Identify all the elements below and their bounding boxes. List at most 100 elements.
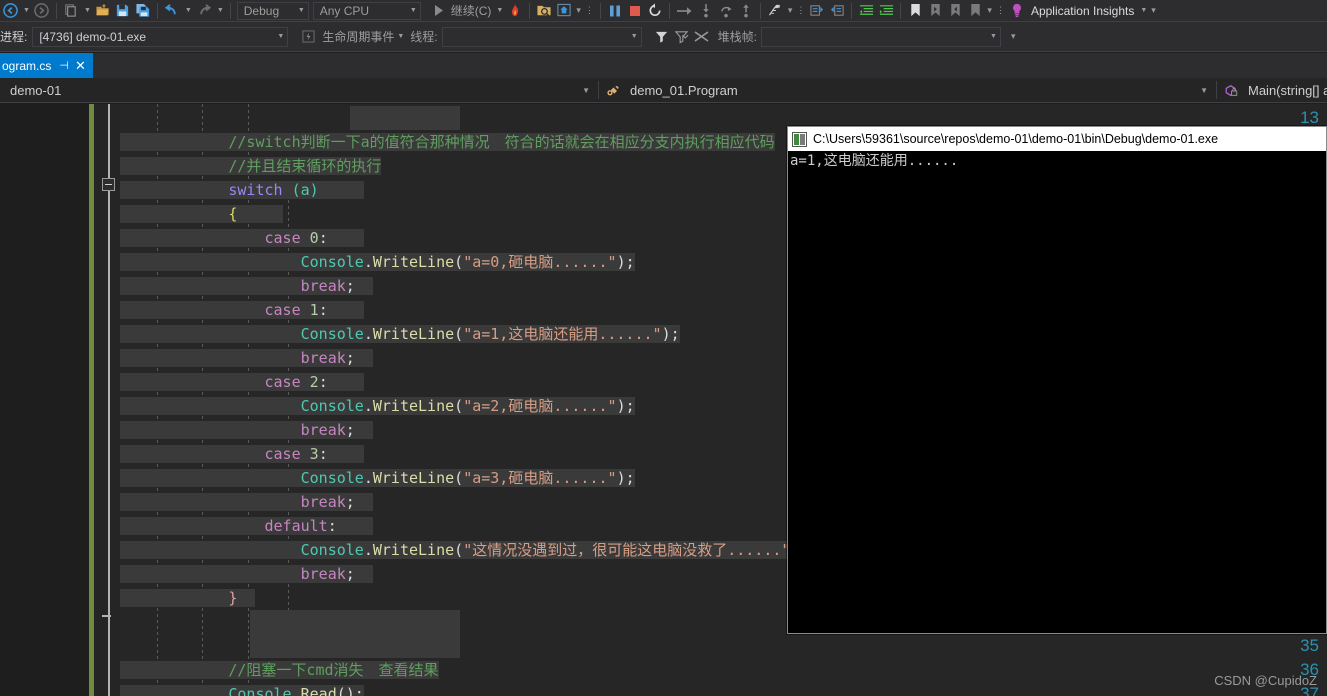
step-out-icon[interactable] xyxy=(736,1,756,21)
comment-selection-icon[interactable] xyxy=(807,1,827,21)
filter-funnel-icon[interactable] xyxy=(652,27,672,47)
undo-dropdown[interactable]: ▼ xyxy=(183,7,194,14)
code-line[interactable]: Console.WriteLine("a=3,砸电脑......"); xyxy=(120,466,635,490)
navbar-type-combo[interactable]: demo_01.Program ▼ xyxy=(599,78,1216,103)
home-icon[interactable] xyxy=(554,1,574,21)
save-all-icon[interactable] xyxy=(133,1,153,21)
outlining-margin[interactable] xyxy=(94,104,120,696)
code-line[interactable]: case 1: xyxy=(120,298,364,322)
find-in-files-icon[interactable] xyxy=(534,1,554,21)
process-combo[interactable]: [4736] demo-01.exe ▼ xyxy=(32,26,289,47)
lifecycle-events-dropdown[interactable]: ▼ xyxy=(395,33,406,40)
code-line[interactable]: default: xyxy=(120,514,373,538)
new-project-icon[interactable] xyxy=(61,1,81,21)
code-token: break xyxy=(300,277,346,295)
show-next-statement-icon[interactable] xyxy=(674,1,696,21)
code-line[interactable]: break; xyxy=(120,346,373,370)
navbar-project-combo[interactable]: demo-01 ▼ xyxy=(0,78,598,103)
next-bookmark-icon[interactable] xyxy=(945,1,965,21)
code-token: break xyxy=(300,349,346,367)
code-line[interactable]: Console.WriteLine("a=1,这电脑还能用......"); xyxy=(120,322,680,346)
chevron-down-icon: ▼ xyxy=(409,7,417,14)
close-icon[interactable]: ✕ xyxy=(75,59,86,72)
stackframe-combo[interactable]: ▼ xyxy=(760,26,1001,47)
thread-combo[interactable]: ▼ xyxy=(441,26,642,47)
application-insights-dropdown[interactable]: ▼ xyxy=(1138,7,1149,14)
uncomment-selection-icon[interactable] xyxy=(827,1,847,21)
code-line[interactable]: case 3: xyxy=(120,442,364,466)
restart-icon[interactable] xyxy=(645,1,665,21)
code-line[interactable]: switch (a) xyxy=(120,178,364,202)
diagnostic-overflow[interactable]: ▾ xyxy=(786,6,795,15)
console-title-bar[interactable]: C:\Users\59361\source\repos\demo-01\demo… xyxy=(788,127,1326,151)
navigate-backward-button[interactable] xyxy=(0,1,20,21)
code-line[interactable]: //阻塞一下cmd消失 查看结果 xyxy=(120,658,439,682)
code-line[interactable]: //并且结束循环的执行 xyxy=(120,154,382,178)
flag-toggle-icon[interactable] xyxy=(692,27,712,47)
toolbar-overflow-dots-3[interactable]: ⋮ xyxy=(994,6,1007,15)
code-line[interactable]: case 0: xyxy=(120,226,364,250)
code-line[interactable]: break; xyxy=(120,562,373,586)
filter-funnel-dropdown-icon[interactable] xyxy=(672,27,692,47)
stop-debugging-icon[interactable] xyxy=(625,1,645,21)
undo-icon[interactable] xyxy=(162,1,182,21)
code-line[interactable] xyxy=(120,634,460,658)
code-line[interactable]: { xyxy=(120,202,283,226)
continue-label[interactable]: 继续(C) xyxy=(451,2,492,19)
increase-indent-icon[interactable] xyxy=(876,1,896,21)
home-overflow[interactable]: ▾ xyxy=(574,6,583,15)
application-insights-label[interactable]: Application Insights xyxy=(1031,4,1134,18)
decrease-indent-icon[interactable] xyxy=(856,1,876,21)
continue-dropdown[interactable]: ▼ xyxy=(494,7,505,14)
code-line[interactable]: break; xyxy=(120,274,373,298)
pin-icon[interactable]: ⊣ xyxy=(59,59,69,72)
code-line[interactable]: //switch判断一下a的值符合那种情况 符合的话就会在相应分支内执行相应代码 xyxy=(120,130,775,154)
code-line[interactable] xyxy=(120,610,460,634)
code-line[interactable]: Console.WriteLine("这情况没遇到过，很可能这电脑没救了....… xyxy=(120,538,809,562)
collapse-region-button[interactable] xyxy=(102,178,115,191)
toolbar-overflow-dots[interactable]: ⋮ xyxy=(583,6,596,15)
diagnostic-tools-icon[interactable] xyxy=(765,1,786,21)
app-insights-overflow[interactable]: ▾ xyxy=(1149,6,1158,15)
console-window[interactable]: C:\Users\59361\source\repos\demo-01\demo… xyxy=(787,126,1327,634)
code-token: ; xyxy=(345,493,373,511)
save-icon[interactable] xyxy=(113,1,133,21)
code-line[interactable]: break; xyxy=(120,418,373,442)
solution-platform-combo[interactable]: Any CPU ▼ xyxy=(312,1,421,20)
clear-bookmarks-icon[interactable] xyxy=(965,1,985,21)
new-project-dropdown[interactable]: ▼ xyxy=(82,7,93,14)
code-token: //阻塞一下cmd消失 查看结果 xyxy=(120,661,439,679)
toolbar-overflow-dots-2[interactable]: ⋮ xyxy=(794,6,807,15)
step-over-icon[interactable] xyxy=(716,1,736,21)
break-all-icon[interactable] xyxy=(605,1,625,21)
lifecycle-events-label[interactable]: 生命周期事件 xyxy=(322,28,394,45)
code-line[interactable]: case 2: xyxy=(120,370,364,394)
solution-config-combo[interactable]: Debug ▼ xyxy=(236,1,309,20)
code-line[interactable]: Console.WriteLine("a=0,砸电脑......"); xyxy=(120,250,635,274)
code-line[interactable]: break; xyxy=(120,490,373,514)
debug-toolbar-overflow[interactable]: ▾ xyxy=(1009,32,1018,41)
navigate-forward-button[interactable] xyxy=(32,1,52,21)
code-line[interactable]: } xyxy=(120,586,256,610)
hot-reload-icon[interactable] xyxy=(505,1,525,21)
bookmarks-overflow[interactable]: ▾ xyxy=(985,6,994,15)
navigate-backward-dropdown[interactable]: ▼ xyxy=(21,7,32,14)
code-line[interactable]: Console.WriteLine("a=2,砸电脑......"); xyxy=(120,394,635,418)
toolbar-separator xyxy=(156,2,158,19)
code-line[interactable]: Console.Read(); xyxy=(120,682,364,696)
open-file-icon[interactable] xyxy=(93,1,113,21)
redo-dropdown[interactable]: ▼ xyxy=(215,7,226,14)
navbar-member-combo[interactable]: Main(string[] a xyxy=(1217,78,1327,103)
line-highlight-segment: case 2: xyxy=(120,373,364,391)
redo-icon[interactable] xyxy=(194,1,214,21)
toggle-bookmark-icon[interactable] xyxy=(905,1,925,21)
step-into-icon[interactable] xyxy=(696,1,716,21)
code-line[interactable] xyxy=(120,106,460,130)
tab-program-cs[interactable]: ogram.cs ⊣ ✕ xyxy=(0,53,93,78)
lifecycle-events-icon[interactable] xyxy=(298,27,318,47)
application-insights-icon[interactable] xyxy=(1007,1,1027,21)
previous-bookmark-icon[interactable] xyxy=(925,1,945,21)
continue-play-icon[interactable] xyxy=(429,1,449,21)
